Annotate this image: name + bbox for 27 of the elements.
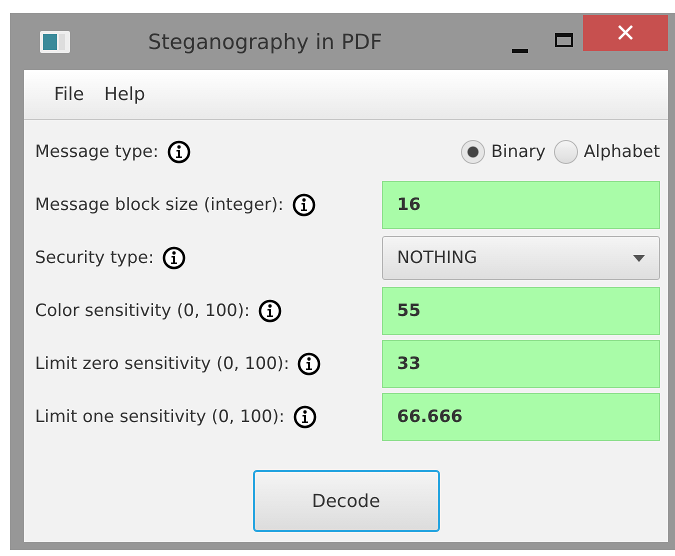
info-icon[interactable] bbox=[166, 140, 191, 164]
radio-button[interactable]: Alphabet bbox=[554, 140, 660, 164]
close-button[interactable] bbox=[583, 15, 668, 51]
field-label: Message block size (integer): bbox=[35, 195, 284, 215]
decode-button[interactable]: Decode bbox=[252, 470, 440, 532]
menu-item[interactable]: Help bbox=[102, 80, 148, 109]
menu-item[interactable]: File bbox=[52, 80, 86, 109]
field-label: Message type: bbox=[35, 142, 159, 162]
maximize-icon[interactable] bbox=[555, 33, 573, 47]
input-field[interactable]: 33 bbox=[382, 340, 660, 388]
info-icon[interactable] bbox=[292, 193, 316, 217]
dropdown[interactable]: NOTHING bbox=[382, 236, 660, 280]
field-label: Limit one sensitivity (0, 100): bbox=[35, 407, 285, 427]
info-icon[interactable] bbox=[292, 405, 317, 429]
info-icon[interactable] bbox=[162, 246, 186, 270]
caret-icon bbox=[633, 254, 645, 262]
input-field[interactable]: 66.666 bbox=[382, 393, 660, 441]
field-label: Limit zero sensitivity (0, 100): bbox=[35, 354, 290, 374]
input-field[interactable]: 55 bbox=[382, 287, 660, 335]
info-icon[interactable] bbox=[258, 299, 282, 323]
info-icon[interactable] bbox=[297, 352, 322, 376]
app-icon bbox=[40, 30, 70, 52]
field-label: Security type: bbox=[35, 248, 154, 268]
input-field[interactable]: 16 bbox=[382, 181, 660, 229]
window-title: Steganography in PDF bbox=[148, 30, 382, 54]
field-label: Color sensitivity (0, 100): bbox=[35, 301, 250, 321]
radio-button[interactable]: Binary bbox=[461, 140, 546, 164]
